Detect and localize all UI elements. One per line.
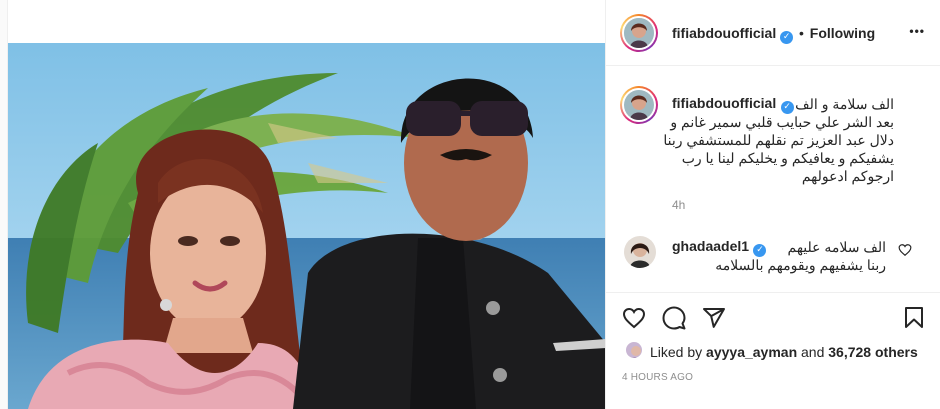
liker-avatar-image bbox=[626, 342, 642, 358]
likes-prefix: Liked by bbox=[650, 344, 703, 360]
caption-line: بعد الشر علي حبايب قلبي سمير غانم و bbox=[670, 114, 894, 130]
liker-username[interactable]: ayyya_ayman bbox=[706, 344, 797, 360]
photo-pane bbox=[7, 0, 606, 409]
commenter-avatar[interactable] bbox=[624, 236, 656, 268]
comment-line: ربنا يشفيهم ويقومهم بالسلامه bbox=[715, 257, 886, 273]
caption-line: ارجوكم ادعولهم bbox=[801, 168, 894, 184]
likes-summary: Liked by ayyya_ayman and 36,728 others bbox=[650, 344, 918, 360]
avatar-image bbox=[624, 18, 654, 48]
caption-avatar-image bbox=[624, 90, 654, 120]
actions-bar: Liked by ayyya_ayman and 36,728 others 4… bbox=[606, 292, 940, 409]
post-photo-image bbox=[8, 43, 606, 409]
header-separator: • bbox=[799, 25, 804, 41]
header-user-line: fifiabdouofficial ✓ • Following bbox=[672, 25, 875, 44]
caption-line: دلال عبد العزيز تم نقلهم للمستشفي ربنا bbox=[663, 132, 894, 148]
likes-joiner: and bbox=[801, 344, 825, 360]
liker-avatar[interactable] bbox=[624, 340, 644, 360]
comment-first-line: الف سلامه عليهم bbox=[787, 239, 887, 255]
post-sidebar: fifiabdouofficial ✓ • Following ••• fifi… bbox=[605, 0, 940, 409]
caption-first-line: الف سلامة و الف bbox=[795, 96, 894, 112]
follow-status-button[interactable]: Following bbox=[810, 25, 875, 41]
likes-others-link[interactable]: 36,728 others bbox=[828, 344, 918, 360]
verified-badge-icon: ✓ bbox=[780, 31, 794, 44]
caption-line: يشفيكم و يعافيكم و يخليكم لينا يا رب bbox=[681, 150, 894, 166]
story-ring[interactable] bbox=[620, 14, 658, 52]
share-icon[interactable] bbox=[702, 306, 726, 330]
avatar[interactable] bbox=[624, 18, 654, 48]
caption-time[interactable]: 4h bbox=[672, 198, 685, 212]
small-heart-icon[interactable] bbox=[898, 243, 912, 257]
bookmark-icon[interactable] bbox=[902, 306, 926, 330]
heart-icon[interactable] bbox=[622, 306, 646, 330]
header-username[interactable]: fifiabdouofficial bbox=[672, 25, 776, 41]
caption-avatar[interactable] bbox=[624, 90, 654, 120]
comment-icon[interactable] bbox=[662, 306, 686, 330]
caption-story-ring[interactable] bbox=[620, 86, 658, 124]
instagram-post: fifiabdouofficial ✓ • Following ••• fifi… bbox=[0, 0, 940, 409]
post-timestamp[interactable]: 4 HOURS AGO bbox=[622, 372, 693, 383]
more-options-icon[interactable]: ••• bbox=[909, 24, 925, 38]
post-header: fifiabdouofficial ✓ • Following ••• bbox=[606, 0, 940, 66]
commenter-avatar-image bbox=[624, 236, 656, 268]
post-photo[interactable] bbox=[8, 43, 606, 409]
